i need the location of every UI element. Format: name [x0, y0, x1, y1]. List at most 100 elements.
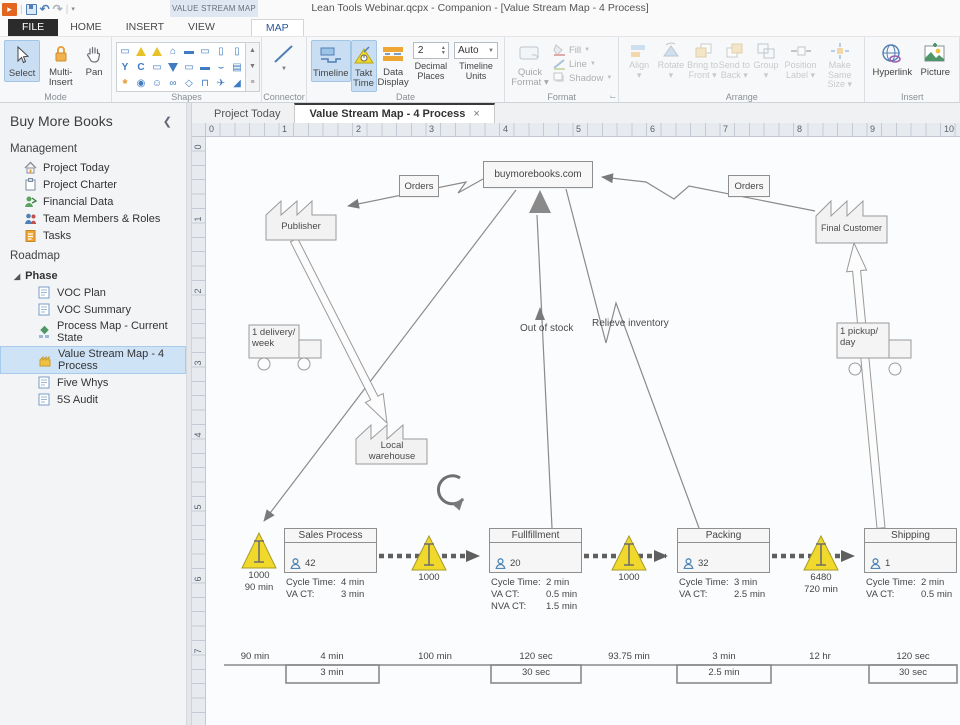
map-canvas[interactable]: 01 23 45 67 89 10 01 23 45 67	[192, 123, 960, 725]
shape-data-box-icon[interactable]: ▭	[197, 43, 213, 59]
timeline-button[interactable]: Timeline	[311, 40, 351, 82]
final-customer-factory-shape[interactable]	[816, 201, 887, 243]
shape-curve-icon[interactable]: ⌣	[213, 59, 229, 75]
multi-insert-button[interactable]: Multi-Insert	[40, 40, 81, 90]
shape-palette-scrollbar[interactable]: ▲ ▼ ≡	[246, 42, 260, 92]
timeline-units-select[interactable]: Auto ▼	[454, 42, 498, 59]
shape-operator-icon[interactable]: ☺	[149, 75, 165, 91]
website-node[interactable]: buymorebooks.com	[483, 161, 593, 188]
shape-c-shape-icon[interactable]: C	[133, 59, 149, 75]
tree-expand-icon[interactable]: ◢	[14, 272, 20, 281]
connector-button[interactable]: ▼	[266, 40, 302, 74]
inventory-triangle-1[interactable]	[242, 533, 276, 568]
picture-button[interactable]: Picture	[915, 40, 955, 80]
process-packing[interactable]: Packing 32	[677, 528, 770, 573]
shape-queue-icon[interactable]: ▯	[229, 43, 245, 59]
sidebar-item-team-members[interactable]: Team Members & Roles	[0, 210, 186, 227]
data-display-button[interactable]: Data Display	[377, 40, 410, 90]
inventory-triangle-3[interactable]	[612, 536, 646, 570]
sidebar-item-5s-audit[interactable]: 5S Audit	[0, 391, 186, 408]
takt-time-button[interactable]: Takt Time	[351, 40, 377, 92]
tab-home[interactable]: HOME	[58, 19, 114, 36]
shape-safety-stock-icon[interactable]	[149, 43, 165, 59]
connector-dropdown-icon[interactable]: ▼	[281, 66, 287, 72]
publisher-label: Publisher	[268, 221, 334, 232]
sidebar-item-five-whys[interactable]: Five Whys	[0, 374, 186, 391]
doc-tab-project-today[interactable]: Project Today	[200, 105, 294, 123]
send-to-back-button[interactable]: Send to Back ▾	[718, 40, 750, 82]
close-tab-icon[interactable]: ×	[473, 108, 479, 120]
sidebar-item-financial-data[interactable]: Financial Data	[0, 193, 186, 210]
tab-file[interactable]: FILE	[8, 19, 58, 36]
process-shipping[interactable]: Shipping 1	[864, 528, 957, 573]
sidebar-item-project-charter[interactable]: Project Charter	[0, 176, 186, 193]
info-flow-customer-to-website[interactable]	[602, 177, 815, 211]
spinner-arrows-icon[interactable]: ▲▼	[441, 46, 448, 56]
process-fulfillment[interactable]: Fullfillment 20	[489, 528, 582, 573]
position-label-button[interactable]: Position Label ▾	[782, 40, 819, 82]
quick-format-button[interactable]: Quick Format ▾	[509, 40, 551, 90]
fill-button[interactable]: Fill▼	[553, 44, 612, 56]
make-same-size-button[interactable]: Make Same Size ▾	[819, 40, 860, 92]
info-flow-packing-to-website[interactable]	[566, 189, 699, 528]
shape-go-see-icon[interactable]: ∞	[165, 75, 181, 91]
shape-gate-icon[interactable]: ⊓	[197, 75, 213, 91]
shape-funnel-icon[interactable]	[165, 59, 181, 75]
shape-fifo-icon[interactable]: ▤	[229, 59, 245, 75]
shape-process-icon[interactable]: ▭	[117, 43, 133, 59]
shape-truck-icon[interactable]: ▬	[181, 43, 197, 59]
process-sales[interactable]: Sales Process 42	[284, 528, 377, 573]
shape-decision-icon[interactable]: ◇	[181, 75, 197, 91]
dropdown-icon: ▼	[488, 48, 494, 54]
group-button[interactable]: Group▾	[750, 40, 782, 82]
shipment-arrow-shipping-to-customer[interactable]	[847, 243, 885, 528]
shape-label-icon[interactable]: ▭	[149, 59, 165, 75]
orders-left-node[interactable]: Orders	[399, 175, 439, 197]
bring-to-front-button[interactable]: Bring to Front ▾	[687, 40, 719, 82]
sidebar-item-process-map[interactable]: Process Map - Current State	[0, 318, 186, 346]
hyperlink-button[interactable]: Hyperlink	[869, 40, 915, 80]
shadow-button[interactable]: Shadow▼	[553, 72, 612, 84]
select-button[interactable]: Select	[4, 40, 40, 82]
rotate-button[interactable]: Rotate▾	[655, 40, 687, 82]
scroll-down-icon[interactable]: ▼	[246, 59, 259, 75]
roadmap-phase-node[interactable]: ◢ Phase	[0, 266, 186, 284]
sidebar-item-project-today[interactable]: Project Today	[0, 159, 186, 176]
line-button[interactable]: Line▼	[553, 58, 612, 70]
pan-button[interactable]: Pan	[81, 40, 107, 80]
sidebar-item-voc-summary[interactable]: VOC Summary	[0, 301, 186, 318]
shape-clock-icon[interactable]: ◉	[133, 75, 149, 91]
sidebar-item-value-stream-map[interactable]: Value Stream Map - 4 Process	[0, 346, 186, 374]
timeline-wait-4: 12 hr	[780, 651, 860, 662]
tab-map[interactable]: MAP	[251, 19, 304, 36]
sidebar-collapse-icon[interactable]: ❮	[163, 115, 172, 128]
shape-slanted-box-icon[interactable]: ▬	[197, 59, 213, 75]
shape-kaizen-burst-icon[interactable]: *	[117, 75, 133, 91]
shape-ship-icon[interactable]: ◢	[229, 75, 245, 91]
tab-insert[interactable]: INSERT	[114, 19, 176, 36]
inventory-triangle-2[interactable]	[412, 536, 446, 570]
shape-air-freight-icon[interactable]: ✈	[213, 75, 229, 91]
drawing-area[interactable]: buymorebooks.com Orders Orders Publisher…	[206, 137, 960, 725]
operator-icon	[495, 558, 506, 569]
note-out-of-stock[interactable]: Out of stock	[520, 323, 573, 334]
note-relieve-inventory[interactable]: Relieve inventory	[592, 318, 669, 329]
info-flow-fulfillment-to-website[interactable]	[537, 215, 552, 528]
go-see-arrow-shape[interactable]	[438, 476, 463, 504]
sidebar-item-voc-plan[interactable]: VOC Plan	[0, 284, 186, 301]
decimal-places-input[interactable]: 2 ▲▼	[413, 42, 449, 59]
scroll-up-icon[interactable]: ▲	[246, 43, 259, 59]
orders-right-node[interactable]: Orders	[728, 175, 770, 197]
align-button[interactable]: Align▾	[623, 40, 655, 82]
shape-factory-icon[interactable]: ⌂	[165, 43, 181, 59]
shape-terminator-icon[interactable]: ▭	[181, 59, 197, 75]
doc-tab-value-stream-map[interactable]: Value Stream Map - 4 Process ×	[294, 103, 494, 123]
shipment-arrow-publisher-to-warehouse[interactable]	[290, 238, 387, 423]
inventory-triangle-4[interactable]	[804, 536, 838, 570]
sidebar-item-tasks[interactable]: Tasks	[0, 227, 186, 244]
shape-inventory-icon[interactable]	[133, 43, 149, 59]
tab-view[interactable]: VIEW	[176, 19, 227, 36]
shape-vertical-process-icon[interactable]: ▯	[213, 43, 229, 59]
shape-y-connector-icon[interactable]: Y	[117, 59, 133, 75]
scroll-more-icon[interactable]: ≡	[246, 75, 259, 91]
